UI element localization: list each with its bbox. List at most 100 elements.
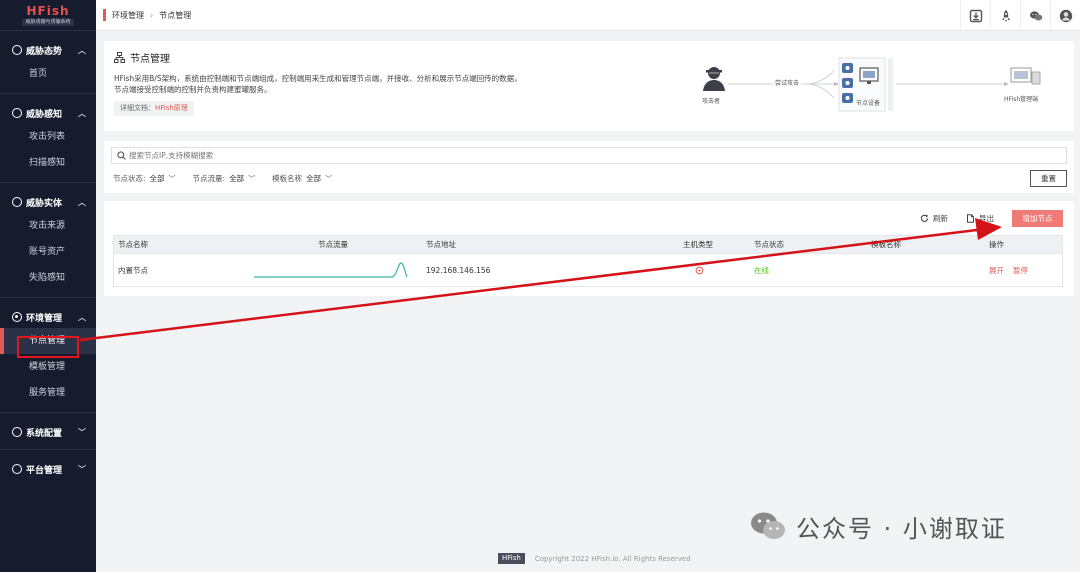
table-row: 内置节点 192.168.146.156 在线 展开 暂停 — [114, 253, 1062, 286]
diagram-label-attacker: 攻击者 — [702, 98, 721, 105]
doc-tag: 详细文档：HFish原理 — [114, 101, 194, 116]
download-icon[interactable] — [960, 0, 990, 31]
filter-label: 节点流量: — [192, 174, 226, 183]
search-input[interactable] — [129, 151, 1029, 160]
filter-value: 全部 — [229, 174, 245, 183]
table-toolbar: 刷新 导出 增加节点 — [902, 210, 1063, 227]
sidebar-group-label: 环境管理 — [26, 313, 63, 324]
column-header-address: 节点地址 — [426, 240, 456, 249]
key-icon — [12, 427, 22, 437]
node-address: 192.168.146.156 — [426, 265, 491, 275]
title-row: 节点管理 — [114, 50, 170, 65]
chevron-down-icon: ﹀ — [168, 174, 176, 183]
key-icon — [12, 464, 22, 474]
export-label: 导出 — [979, 214, 994, 223]
breadcrumb-separator: › — [150, 10, 154, 20]
page-title: 节点管理 — [130, 54, 170, 65]
chevron-up-icon: ︿ — [78, 197, 86, 207]
sidebar-group-head-environment[interactable]: 环境管理 ︿ — [0, 306, 96, 328]
column-header-name: 节点名称 — [118, 240, 148, 249]
filter-value: 全部 — [149, 174, 165, 183]
wechat-logo-icon — [751, 512, 785, 539]
chevron-up-icon: ︿ — [78, 45, 86, 55]
page-description: HFish采用B/S架构，系统由控制端和节点端组成，控制端用来生成和管理节点端，… — [114, 73, 574, 95]
doc-link[interactable]: HFish原理 — [155, 104, 188, 112]
diagram-label-manager: HFish管理端 — [1004, 96, 1039, 103]
footer-copyright: Copyright 2022 HFish.io. All Rights Rese… — [534, 554, 691, 563]
sidebar-group-label: 威胁感知 — [26, 109, 63, 120]
file-icon — [967, 214, 974, 223]
filter-card: 节点状态: 全部 ﹀ 节点流量: 全部 ﹀ 模板名称 全部 ﹀ 重置 — [104, 141, 1074, 193]
sidebar-group-head-system-config[interactable]: 系统配置 ﹀ — [0, 421, 96, 443]
reset-button[interactable]: 重置 — [1030, 170, 1067, 187]
filter-node-traffic[interactable]: 节点流量: 全部 ﹀ — [193, 173, 256, 184]
wechat-icon[interactable] — [1020, 0, 1050, 31]
filter-node-status[interactable]: 节点状态: 全部 ﹀ — [113, 173, 176, 184]
sidebar-group-label: 系统配置 — [26, 428, 63, 439]
refresh-label: 刷新 — [933, 214, 948, 223]
diagram-label-node: 节点设备 — [856, 100, 881, 107]
environment-icon — [12, 312, 22, 322]
sidebar-group-platform: 平台管理 ﹀ — [0, 450, 96, 486]
breadcrumb: 环境管理 › 节点管理 — [112, 10, 191, 21]
doc-prefix: 详细文档： — [120, 104, 155, 112]
sidebar-group-head-threat-entity[interactable]: 威胁实体 ︿ — [0, 191, 96, 213]
node-name: 内置节点 — [118, 265, 148, 275]
radar-icon — [12, 45, 22, 55]
sidebar-item-account-assets[interactable]: 账号资产 — [0, 239, 96, 265]
eye-icon — [12, 108, 22, 118]
filter-template-name[interactable]: 模板名称 全部 ﹀ — [272, 173, 332, 184]
rocket-icon[interactable] — [990, 0, 1020, 31]
filters: 节点状态: 全部 ﹀ 节点流量: 全部 ﹀ 模板名称 全部 ﹀ — [113, 173, 349, 184]
sidebar-group-head-threat-perception[interactable]: 威胁感知 ︿ — [0, 102, 96, 124]
sidebar-item-home[interactable]: 首页 — [0, 61, 96, 87]
expand-link[interactable]: 展开 — [989, 265, 1004, 276]
logo-title: HFish — [26, 3, 70, 18]
sidebar-item-attack-list[interactable]: 攻击列表 — [0, 124, 96, 150]
sidebar-group-threat-perception: 威胁感知 ︿ 攻击列表 扫描感知 — [0, 94, 96, 183]
logo-subtitle: 威胁诱捕与诱骗系统 — [22, 18, 74, 26]
add-node-button[interactable]: 增加节点 — [1012, 210, 1063, 227]
header-card: 节点管理 HFish采用B/S架构，系统由控制端和节点端组成，控制端用来生成和管… — [104, 41, 1074, 131]
sidebar-group-label: 威胁实体 — [26, 198, 63, 209]
sidebar-group-head-threat-situation[interactable]: 威胁态势 ︿ — [0, 39, 96, 61]
breadcrumb-parent[interactable]: 环境管理 — [112, 10, 144, 21]
footer: HFish Copyright 2022 HFish.io. All Right… — [498, 553, 691, 564]
chevron-down-icon: ﹀ — [248, 174, 256, 183]
chevron-down-icon: ﹀ — [78, 464, 86, 474]
pause-link[interactable]: 暂停 — [1013, 265, 1028, 276]
attacker-icon — [703, 67, 725, 91]
sidebar-group-label: 平台管理 — [26, 465, 63, 476]
column-header-action: 操作 — [989, 240, 1004, 249]
sidebar-item-attack-source[interactable]: 攻击来源 — [0, 213, 96, 239]
chevron-down-icon: ﹀ — [78, 427, 86, 437]
sidebar-item-scan-perception[interactable]: 扫描感知 — [0, 150, 96, 176]
breadcrumb-current: 节点管理 — [159, 10, 192, 20]
sidebar-item-compromise-perception[interactable]: 失陷感知 — [0, 265, 96, 291]
diagram-label-attempt: 尝试攻击 — [773, 78, 802, 87]
top-icons — [960, 0, 1080, 31]
column-header-host-type: 主机类型 — [683, 240, 713, 249]
node-table-card: 刷新 导出 增加节点 节点名称 节点流量 节点地址 主机类型 节点状态 模板名称… — [104, 201, 1074, 296]
sidebar: HFish 威胁诱捕与诱骗系统 威胁态势 ︿ 首页 威胁感知 ︿ 攻击列表 扫描… — [0, 0, 96, 572]
sidebar-group-threat-entity: 威胁实体 ︿ 攻击来源 账号资产 失陷感知 — [0, 183, 96, 298]
top-bar: 环境管理 › 节点管理 — [96, 0, 1080, 31]
chevron-up-icon: ︿ — [78, 108, 86, 118]
logo[interactable]: HFish 威胁诱捕与诱骗系统 — [0, 0, 96, 31]
node-table: 节点名称 节点流量 节点地址 主机类型 节点状态 模板名称 操作 内置节点 19… — [113, 235, 1063, 287]
footer-logo: HFish — [498, 553, 525, 564]
sidebar-group-label: 威胁态势 — [26, 46, 63, 57]
sidebar-group-head-platform[interactable]: 平台管理 ﹀ — [0, 458, 96, 480]
status-badge: 在线 — [754, 265, 769, 275]
chevron-up-icon: ︿ — [78, 312, 86, 322]
user-avatar-icon[interactable] — [1050, 0, 1080, 31]
column-header-template: 模板名称 — [871, 240, 901, 249]
server-icon — [1010, 67, 1041, 85]
refresh-button[interactable]: 刷新 — [920, 213, 948, 224]
sidebar-group-threat-situation: 威胁态势 ︿ 首页 — [0, 31, 96, 94]
export-button[interactable]: 导出 — [966, 213, 994, 224]
sidebar-item-service-management[interactable]: 服务管理 — [0, 380, 96, 406]
description-line-1: HFish采用B/S架构，系统由控制端和节点端组成，控制端用来生成和管理节点端，… — [114, 74, 522, 83]
sidebar-group-system-config: 系统配置 ﹀ — [0, 413, 96, 450]
description-line-2: 节点端接受控制端的控制并负责构建蜜罐服务。 — [114, 85, 272, 94]
